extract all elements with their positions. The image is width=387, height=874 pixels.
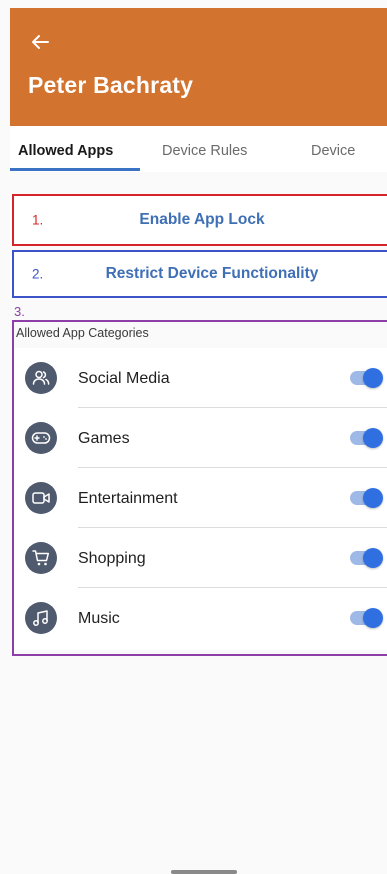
category-list: Social Media Games Entertainment Shoppin…: [14, 348, 387, 650]
app-header: Peter Bachraty: [10, 8, 387, 126]
toggle-knob: [363, 368, 383, 388]
social-media-toggle[interactable]: [350, 368, 383, 388]
shopping-toggle[interactable]: [350, 548, 383, 568]
tab-device[interactable]: Device: [311, 143, 355, 159]
section-heading: Allowed App Categories: [16, 326, 149, 340]
category-label: Games: [78, 430, 130, 447]
games-toggle[interactable]: [350, 428, 383, 448]
category-row-social-media[interactable]: Social Media: [14, 348, 387, 408]
enable-app-lock-label: Enable App Lock: [139, 211, 265, 228]
tab-bar: Allowed Apps Device Rules Device: [10, 126, 387, 172]
category-row-music[interactable]: Music: [14, 588, 387, 648]
category-label: Social Media: [78, 370, 170, 387]
category-row-entertainment[interactable]: Entertainment: [14, 468, 387, 528]
toggle-knob: [363, 428, 383, 448]
restrict-device-functionality-label: Restrict Device Functionality: [105, 265, 319, 282]
category-row-games[interactable]: Games: [14, 408, 387, 468]
page-title: Peter Bachraty: [28, 72, 194, 98]
category-label: Entertainment: [78, 490, 178, 507]
people-icon: [25, 362, 57, 394]
toggle-knob: [363, 548, 383, 568]
toggle-knob: [363, 488, 383, 508]
shopping-cart-icon: [25, 542, 57, 574]
arrow-left-icon[interactable]: [28, 30, 52, 54]
enable-app-lock-button[interactable]: 1. Enable App Lock: [12, 194, 387, 246]
category-row-shopping[interactable]: Shopping: [14, 528, 387, 588]
video-camera-icon: [25, 482, 57, 514]
home-indicator[interactable]: [171, 870, 237, 874]
gamepad-icon: [25, 422, 57, 454]
category-label: Music: [78, 610, 120, 627]
entertainment-toggle[interactable]: [350, 488, 383, 508]
category-label: Shopping: [78, 550, 146, 567]
tab-allowed-apps[interactable]: Allowed Apps: [18, 143, 113, 159]
restrict-device-functionality-button[interactable]: 2. Restrict Device Functionality: [12, 250, 387, 298]
toggle-knob: [363, 608, 383, 628]
music-toggle[interactable]: [350, 608, 383, 628]
music-note-icon: [25, 602, 57, 634]
marker-3: 3.: [14, 304, 25, 319]
tab-device-rules[interactable]: Device Rules: [162, 143, 247, 159]
active-tab-indicator: [10, 168, 140, 171]
